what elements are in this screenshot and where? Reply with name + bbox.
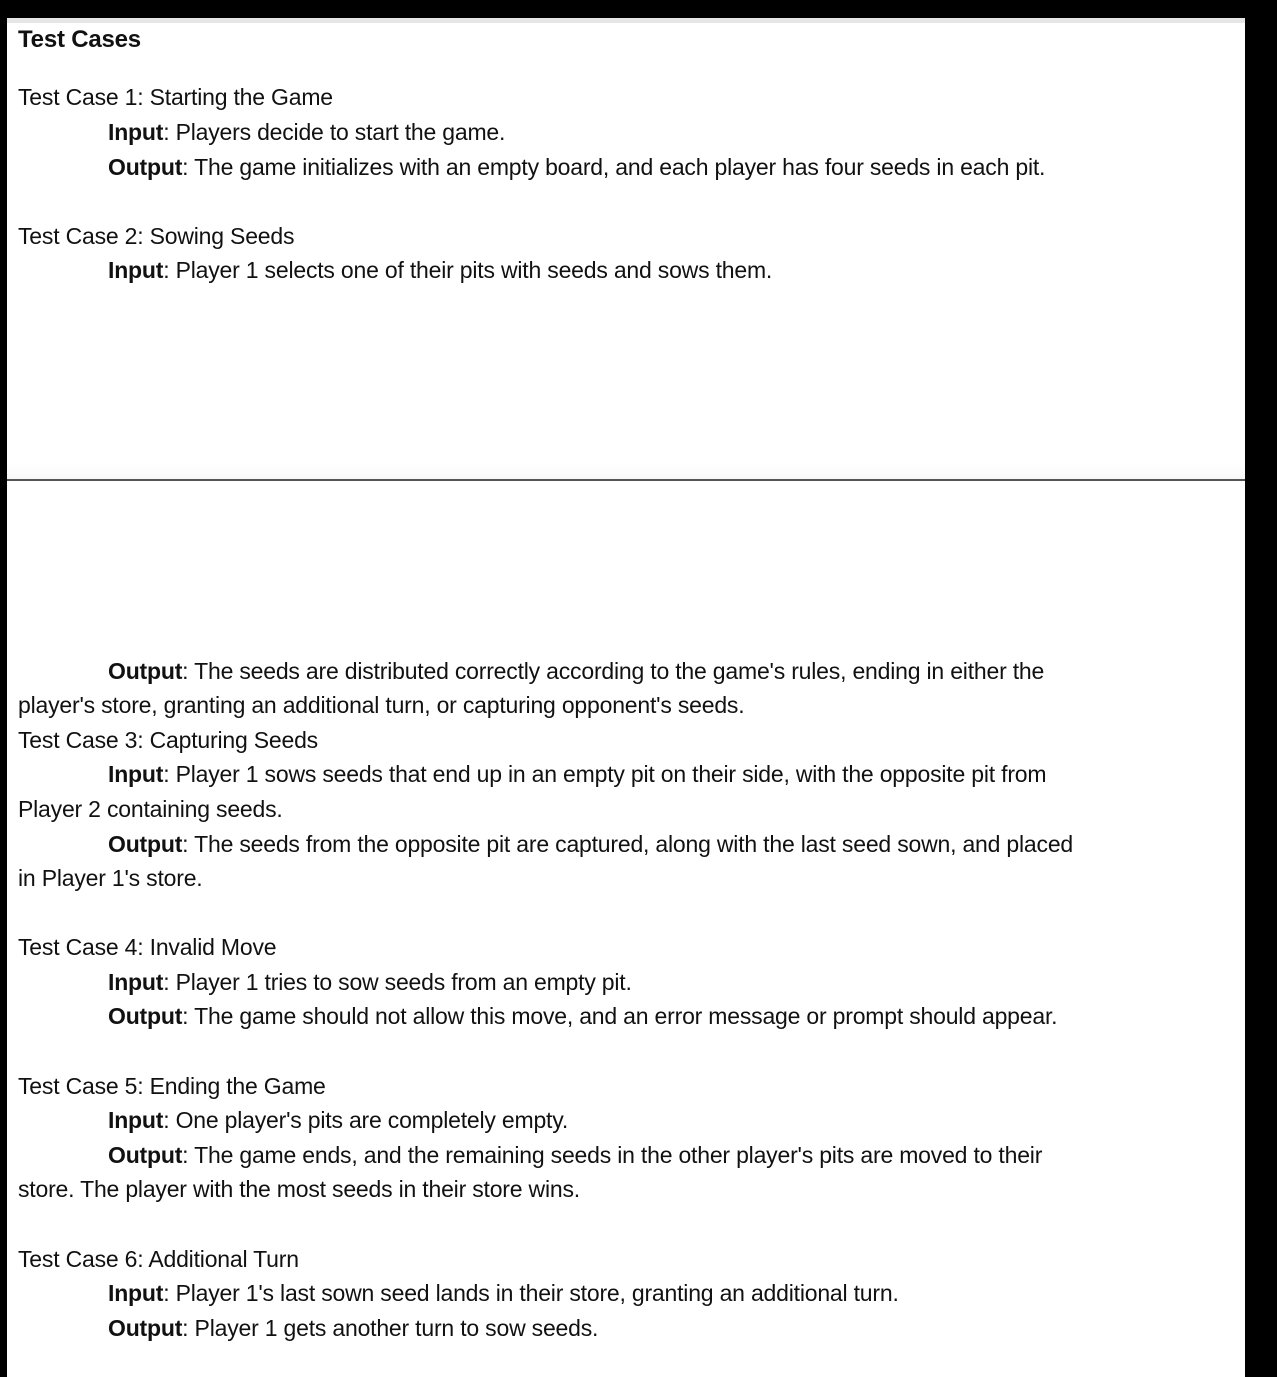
output-label: Output — [108, 831, 183, 857]
output-label: Output — [108, 1142, 183, 1168]
test-case-5-input: Input: One player's pits are completely … — [108, 1105, 568, 1135]
test-case-5-output: Output: The game ends, and the remaining… — [108, 1140, 1042, 1170]
test-case-4-title: Test Case 4: Invalid Move — [18, 934, 277, 960]
test-case-2-output-continued: player's store, granting an additional t… — [18, 692, 745, 718]
input-text: : Players decide to start the game. — [163, 119, 506, 145]
input-text: : One player's pits are completely empty… — [163, 1107, 569, 1133]
test-case-1-output: Output: The game initializes with an emp… — [108, 152, 1045, 182]
test-case-2-title: Test Case 2: Sowing Seeds — [18, 223, 295, 249]
output-text: : Player 1 gets another turn to sow seed… — [182, 1315, 599, 1341]
test-case-6-title: Test Case 6: Additional Turn — [18, 1246, 299, 1272]
test-case-3-input-continued: Player 2 containing seeds. — [18, 796, 283, 822]
input-label: Input — [108, 119, 164, 145]
input-label: Input — [108, 969, 164, 995]
output-text: : The seeds from the opposite pit are ca… — [182, 831, 1074, 857]
test-case-6-output: Output: Player 1 gets another turn to so… — [108, 1313, 598, 1343]
output-label: Output — [108, 154, 183, 180]
test-case-4-output: Output: The game should not allow this m… — [108, 1001, 1058, 1031]
input-label: Input — [108, 257, 164, 283]
test-case-5-output-continued: store. The player with the most seeds in… — [18, 1176, 580, 1202]
input-label: Input — [108, 1107, 164, 1133]
output-text: : The seeds are distributed correctly ac… — [182, 658, 1045, 684]
input-text: : Player 1 sows seeds that end up in an … — [163, 761, 1047, 787]
document-page-2 — [7, 481, 1245, 1377]
input-label: Input — [108, 761, 164, 787]
test-case-3-input: Input: Player 1 sows seeds that end up i… — [108, 759, 1047, 789]
input-text: : Player 1 tries to sow seeds from an em… — [163, 969, 632, 995]
output-label: Output — [108, 1003, 183, 1029]
output-label: Output — [108, 1315, 183, 1341]
test-case-4-input: Input: Player 1 tries to sow seeds from … — [108, 967, 632, 997]
test-case-2-output: Output: The seeds are distributed correc… — [108, 656, 1044, 686]
output-label: Output — [108, 658, 183, 684]
input-text: : Player 1's last sown seed lands in the… — [163, 1280, 899, 1306]
test-case-1-title: Test Case 1: Starting the Game — [18, 84, 333, 110]
test-case-2-input: Input: Player 1 selects one of their pit… — [108, 255, 772, 285]
test-case-3-output-continued: in Player 1's store. — [18, 865, 203, 891]
test-case-6-input: Input: Player 1's last sown seed lands i… — [108, 1278, 899, 1308]
input-label: Input — [108, 1280, 164, 1306]
output-text: : The game should not allow this move, a… — [182, 1003, 1058, 1029]
test-case-3-title: Test Case 3: Capturing Seeds — [18, 727, 318, 753]
test-case-5-title: Test Case 5: Ending the Game — [18, 1073, 326, 1099]
section-heading: Test Cases — [18, 26, 141, 53]
output-text: : The game ends, and the remaining seeds… — [182, 1142, 1043, 1168]
input-text: : Player 1 selects one of their pits wit… — [163, 257, 773, 283]
test-case-1-input: Input: Players decide to start the game. — [108, 117, 505, 147]
output-text: : The game initializes with an empty boa… — [182, 154, 1046, 180]
test-case-3-output: Output: The seeds from the opposite pit … — [108, 829, 1073, 859]
